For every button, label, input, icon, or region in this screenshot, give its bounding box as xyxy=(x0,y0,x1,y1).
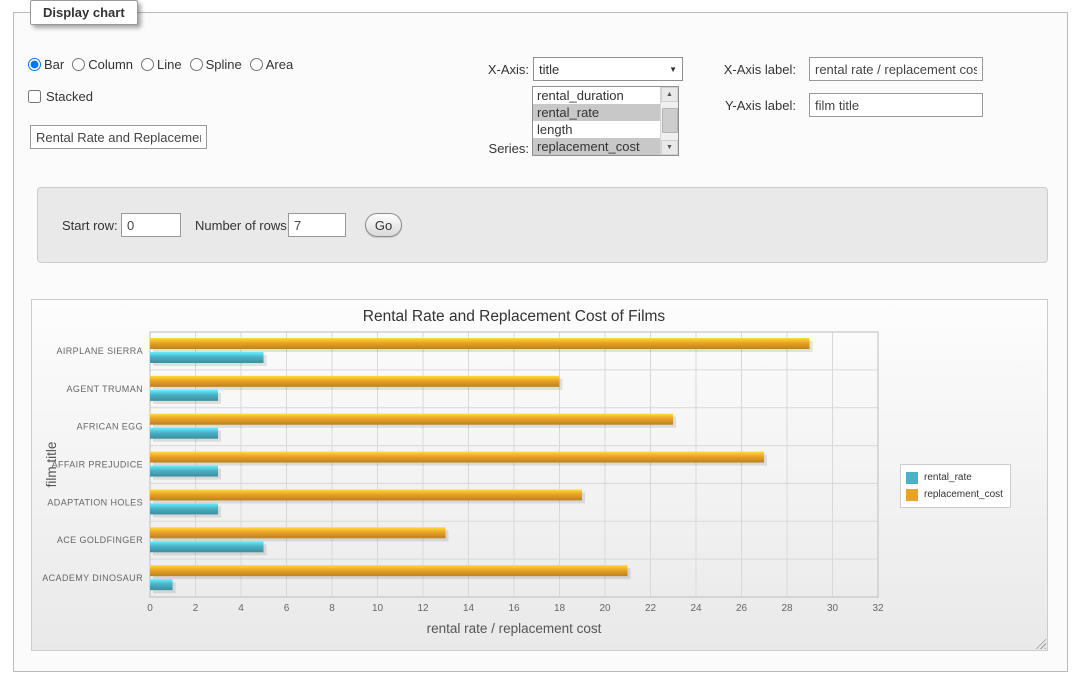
svg-text:ACE GOLDFINGER: ACE GOLDFINGER xyxy=(57,535,143,545)
svg-text:20: 20 xyxy=(599,603,611,614)
start-row-input[interactable] xyxy=(121,213,181,237)
x-axis-select[interactable]: title ▼ xyxy=(533,57,683,81)
scroll-up-icon[interactable]: ▲ xyxy=(661,87,678,102)
svg-text:8: 8 xyxy=(329,603,335,614)
svg-text:Rental Rate and Replacement Co: Rental Rate and Replacement Cost of Film… xyxy=(363,308,666,325)
chart-type-radio-column[interactable]: Column xyxy=(72,57,133,72)
svg-text:ADAPTATION HOLES: ADAPTATION HOLES xyxy=(47,497,143,507)
y-axis-label-label: Y-Axis label: xyxy=(706,98,796,113)
legend-item-replacement_cost: replacement_cost xyxy=(906,486,1003,503)
legend-label: replacement_cost xyxy=(924,489,1003,500)
chart-type-radio-group: Bar Column Line Spline Area xyxy=(28,57,301,72)
svg-text:18: 18 xyxy=(554,603,566,614)
radio-label: Spline xyxy=(206,57,242,72)
svg-text:0: 0 xyxy=(147,603,153,614)
go-button[interactable]: Go xyxy=(365,213,402,237)
start-row-label: Start row: xyxy=(62,218,118,233)
radio-label: Area xyxy=(266,57,293,72)
svg-text:32: 32 xyxy=(872,603,884,614)
svg-text:AGENT TRUMAN: AGENT TRUMAN xyxy=(67,384,143,394)
radio-column[interactable] xyxy=(72,58,85,71)
svg-text:AFRICAN EGG: AFRICAN EGG xyxy=(77,422,143,432)
svg-text:4: 4 xyxy=(238,603,244,614)
chart-type-radio-bar[interactable]: Bar xyxy=(28,57,64,72)
series-option-length[interactable]: length xyxy=(533,121,660,138)
svg-text:26: 26 xyxy=(736,603,748,614)
chart-title-input[interactable] xyxy=(30,125,207,149)
svg-text:16: 16 xyxy=(508,603,520,614)
legend-item-rental_rate: rental_rate xyxy=(906,469,1003,486)
svg-text:2: 2 xyxy=(193,603,199,614)
svg-text:ACADEMY DINOSAUR: ACADEMY DINOSAUR xyxy=(42,573,143,583)
svg-text:12: 12 xyxy=(417,603,429,614)
display-chart-panel: Display chart BarColumnLineSplineArea St… xyxy=(13,12,1068,672)
y-axis-label-input[interactable] xyxy=(809,93,983,117)
svg-text:AFFAIR PREJUDICE: AFFAIR PREJUDICE xyxy=(52,460,143,470)
radio-label: Bar xyxy=(44,57,64,72)
stacked-checkbox[interactable] xyxy=(28,90,41,103)
stacked-checkbox-row[interactable]: Stacked xyxy=(28,89,93,104)
svg-text:rental rate / replacement cost: rental rate / replacement cost xyxy=(427,621,602,636)
svg-text:30: 30 xyxy=(827,603,839,614)
radio-area[interactable] xyxy=(250,58,263,71)
legend-swatch xyxy=(906,489,918,501)
svg-text:14: 14 xyxy=(463,603,475,614)
svg-text:AIRPLANE SIERRA: AIRPLANE SIERRA xyxy=(56,346,143,356)
chart-type-radio-spline[interactable]: Spline xyxy=(190,57,242,72)
number-of-rows-label: Number of rows: xyxy=(195,218,290,233)
x-axis-label-label: X-Axis label: xyxy=(706,62,796,77)
series-option-replacement_cost[interactable]: replacement_cost xyxy=(533,138,660,155)
series-option-rental_duration[interactable]: rental_duration xyxy=(533,87,660,104)
x-axis-label-input[interactable] xyxy=(809,57,983,81)
radio-label: Line xyxy=(157,57,182,72)
number-of-rows-input[interactable] xyxy=(288,213,346,237)
x-axis-select-label: X-Axis: xyxy=(444,62,529,77)
chart-type-radio-area[interactable]: Area xyxy=(250,57,293,72)
scrollbar-thumb[interactable] xyxy=(662,108,678,133)
radio-label: Column xyxy=(88,57,133,72)
rows-panel: Start row: Number of rows: Go xyxy=(37,187,1048,263)
series-scrollbar[interactable]: ▲ ▼ xyxy=(660,87,678,155)
stacked-label: Stacked xyxy=(46,89,93,104)
panel-title: Display chart xyxy=(30,0,138,25)
legend-swatch xyxy=(906,472,918,484)
x-axis-selected-value: title xyxy=(539,62,559,77)
series-multiselect[interactable]: rental_durationrental_ratelengthreplacem… xyxy=(532,86,679,156)
svg-text:22: 22 xyxy=(645,603,657,614)
bar-chart: AIRPLANE SIERRA AGENT TRUMAN AFRICAN EGG AF… xyxy=(32,300,1047,650)
svg-text:film title: film title xyxy=(44,442,59,488)
chart-type-radio-line[interactable]: Line xyxy=(141,57,182,72)
radio-bar[interactable] xyxy=(28,58,41,71)
svg-text:24: 24 xyxy=(690,603,702,614)
series-options-list: rental_durationrental_ratelengthreplacem… xyxy=(533,87,660,155)
scroll-down-icon[interactable]: ▼ xyxy=(661,140,678,155)
svg-text:10: 10 xyxy=(372,603,384,614)
radio-line[interactable] xyxy=(141,58,154,71)
series-select-label: Series: xyxy=(444,141,529,156)
chart-container: AIRPLANE SIERRA AGENT TRUMAN AFRICAN EGG AF… xyxy=(31,299,1048,651)
svg-text:28: 28 xyxy=(781,603,793,614)
legend-label: rental_rate xyxy=(924,472,972,483)
svg-text:6: 6 xyxy=(284,603,290,614)
radio-spline[interactable] xyxy=(190,58,203,71)
dropdown-arrow-icon: ▼ xyxy=(669,65,677,74)
series-option-rental_rate[interactable]: rental_rate xyxy=(533,104,660,121)
chart-legend: rental_rate replacement_cost xyxy=(900,464,1011,508)
